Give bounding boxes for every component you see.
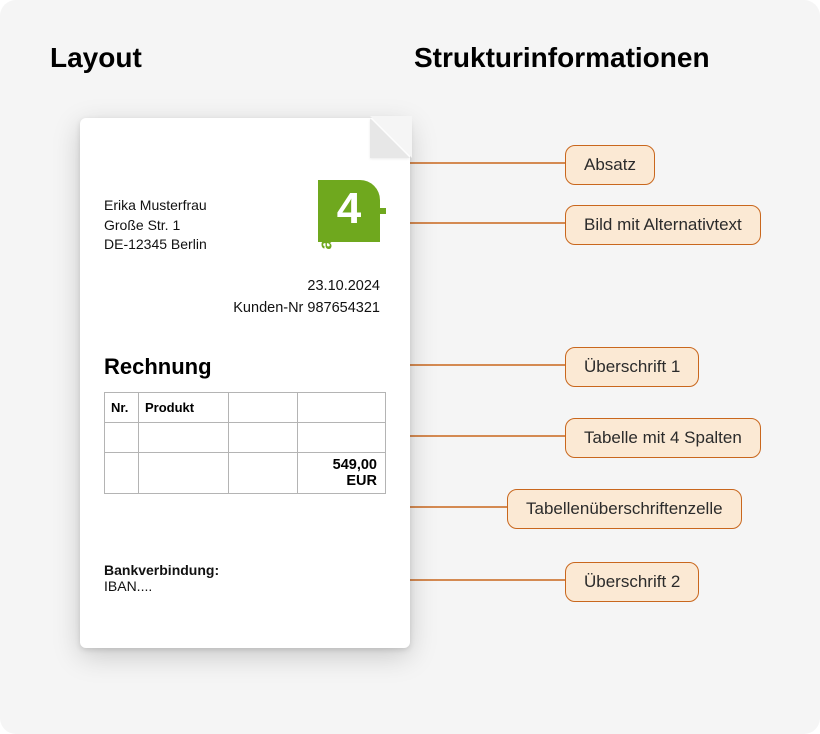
invoice-table: Nr. Produkt 549,00 EUR <box>104 392 386 494</box>
callout-th: Tabellenüberschriftenzelle <box>507 489 742 529</box>
address-name: Erika Musterfrau <box>104 196 207 216</box>
td <box>298 423 386 453</box>
table-header-row: Nr. Produkt <box>105 393 386 423</box>
company-logo: axes 4 <box>286 180 380 242</box>
td <box>138 423 228 453</box>
td <box>138 453 228 494</box>
address-city: DE-12345 Berlin <box>104 235 207 255</box>
callout-h2: Überschrift 2 <box>565 562 699 602</box>
callout-bild: Bild mit Alternativtext <box>565 205 761 245</box>
address-block: Erika Musterfrau Große Str. 1 DE-12345 B… <box>104 196 207 255</box>
customer-number: Kunden-Nr 987654321 <box>233 298 380 320</box>
heading-structure: Strukturinformationen <box>414 42 710 74</box>
td <box>228 423 298 453</box>
invoice-date: 23.10.2024 <box>233 276 380 298</box>
invoice-document: Erika Musterfrau Große Str. 1 DE-12345 B… <box>80 118 410 648</box>
logo-badge: 4 <box>318 180 380 242</box>
td-total: 549,00 EUR <box>298 453 386 494</box>
callout-absatz: Absatz <box>565 145 655 185</box>
table-row: 549,00 EUR <box>105 453 386 494</box>
table-row <box>105 423 386 453</box>
td <box>228 453 298 494</box>
bank-iban: IBAN.... <box>104 578 219 594</box>
address-street: Große Str. 1 <box>104 216 207 236</box>
td <box>105 453 139 494</box>
th-product: Produkt <box>138 393 228 423</box>
th-nr: Nr. <box>105 393 139 423</box>
invoice-meta: 23.10.2024 Kunden-Nr 987654321 <box>233 276 380 320</box>
logo-digit: 4 <box>337 187 361 235</box>
callout-h1: Überschrift 1 <box>565 347 699 387</box>
invoice-heading: Rechnung <box>104 354 212 380</box>
callout-tabelle: Tabelle mit 4 Spalten <box>565 418 761 458</box>
th-col3 <box>228 393 298 423</box>
bank-label: Bankverbindung: <box>104 562 219 578</box>
diagram-canvas: Layout Strukturinformationen <box>0 0 820 734</box>
bank-block: Bankverbindung: IBAN.... <box>104 562 219 594</box>
logo-dash-icon <box>374 208 386 214</box>
td <box>105 423 139 453</box>
heading-layout: Layout <box>50 42 142 74</box>
page-fold-icon <box>370 118 410 158</box>
th-col4 <box>298 393 386 423</box>
